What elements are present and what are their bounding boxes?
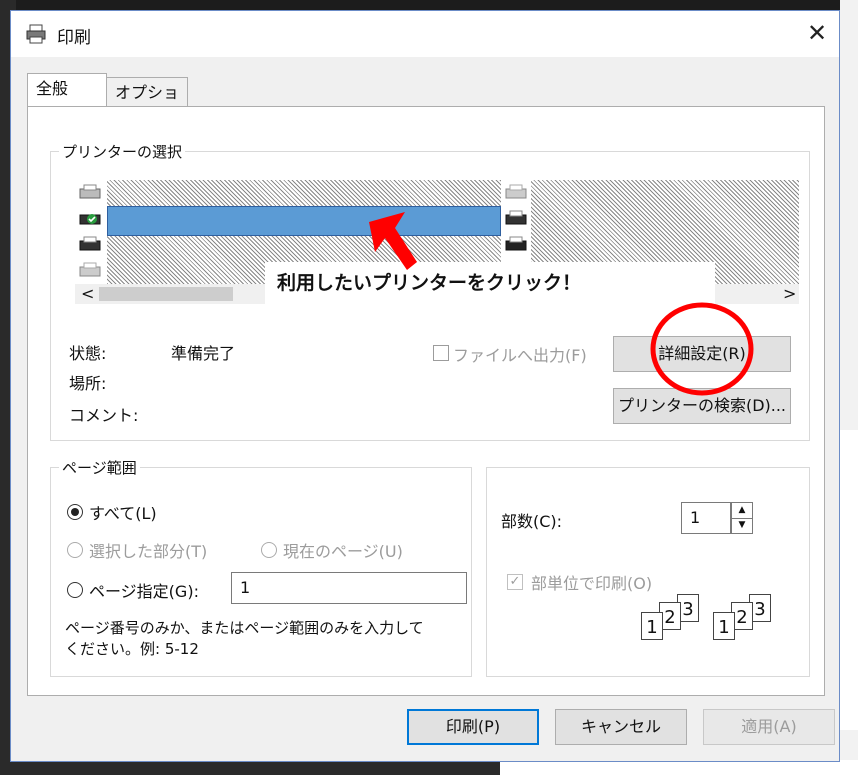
annotation-circle: [650, 302, 754, 396]
background-art: [840, 430, 858, 730]
copies-group: 部数(C): 1 ▲ ▼ ✓ 部単位で印刷(O) 3 2 1 3 2 1: [486, 467, 810, 677]
apply-button[interactable]: 適用(A): [703, 709, 835, 745]
window-title: 印刷: [57, 28, 91, 48]
collate-label: 部単位で印刷(O): [531, 574, 653, 593]
printer-icon: [79, 262, 101, 277]
background-bottom-dark: [0, 760, 500, 775]
scroll-left-button[interactable]: <: [81, 284, 94, 304]
page-range-help-2: ください。例: 5-12: [65, 640, 199, 658]
file-output-label: ファイルへ出力(F): [453, 346, 587, 365]
file-output-checkbox[interactable]: [433, 345, 449, 361]
pages-input[interactable]: 1: [231, 572, 467, 604]
collate-checkbox[interactable]: ✓: [507, 574, 523, 590]
stepper-down-icon[interactable]: ▼: [732, 518, 752, 533]
radio-selection-label: 選択した部分(T): [89, 542, 208, 561]
tab-options[interactable]: オプション: [106, 77, 188, 132]
page-1-icon: 1: [713, 612, 735, 640]
page-range-group: ページ範囲 すべて(L) 選択した部分(T) 現在のページ(U) ページ指定(G…: [50, 457, 472, 677]
tab-general[interactable]: 全般: [27, 73, 107, 107]
printer-icon: [505, 236, 527, 251]
print-button[interactable]: 印刷(P): [407, 709, 539, 745]
copies-label: 部数(C):: [501, 512, 563, 531]
printer-icon: [26, 24, 46, 44]
print-dialog: 印刷 ✕ 全般 オプション プリンターの選択: [10, 10, 840, 762]
default-printer-icon: [79, 214, 101, 225]
annotation-arrow-icon: [369, 212, 417, 270]
printer-icon: [79, 184, 101, 199]
printer-icon: [79, 236, 101, 251]
page-range-help: ページ番号のみか、またはページ範囲のみを入力して: [65, 619, 424, 637]
collate-illustration: 3 2 1: [709, 594, 779, 644]
printer-select-group: プリンターの選択 < > 利用したいプリンターをクリック！ 状態: 準備完了 場…: [50, 141, 810, 441]
printer-select-legend: プリンターの選択: [59, 141, 186, 162]
status-value: 準備完了: [171, 344, 236, 363]
collate-illustration: 3 2 1: [637, 594, 707, 644]
title-bar: 印刷 ✕: [11, 11, 839, 57]
page-1-icon: 1: [641, 612, 663, 640]
annotation-label: 利用したいプリンターをクリック！: [265, 262, 715, 304]
comment-label: コメント:: [69, 406, 139, 425]
cancel-button[interactable]: キャンセル: [555, 709, 687, 745]
radio-current-page-label: 現在のページ(U): [283, 542, 403, 561]
general-panel: プリンターの選択 < > 利用したいプリンターをクリック！ 状態: 準備完了 場…: [27, 106, 825, 696]
printer-icon: [505, 210, 527, 225]
selected-printer-row[interactable]: [107, 206, 501, 236]
copies-input[interactable]: 1: [681, 502, 731, 534]
radio-pages[interactable]: [67, 582, 83, 598]
location-label: 場所:: [69, 374, 107, 393]
radio-all-label: すべて(L): [89, 504, 157, 523]
stepper-up-icon[interactable]: ▲: [732, 503, 752, 519]
close-button[interactable]: ✕: [801, 17, 833, 49]
status-label: 状態:: [69, 344, 107, 363]
copies-stepper[interactable]: ▲ ▼: [731, 502, 753, 534]
printer-icon: [505, 184, 527, 199]
radio-all[interactable]: [67, 504, 83, 520]
scrollbar-thumb[interactable]: [99, 287, 233, 301]
page-range-legend: ページ範囲: [59, 457, 140, 478]
radio-pages-label: ページ指定(G):: [89, 582, 199, 601]
radio-current-page[interactable]: [261, 542, 277, 558]
radio-dot: [70, 507, 79, 516]
radio-selection[interactable]: [67, 542, 83, 558]
scroll-right-button[interactable]: >: [783, 284, 796, 304]
